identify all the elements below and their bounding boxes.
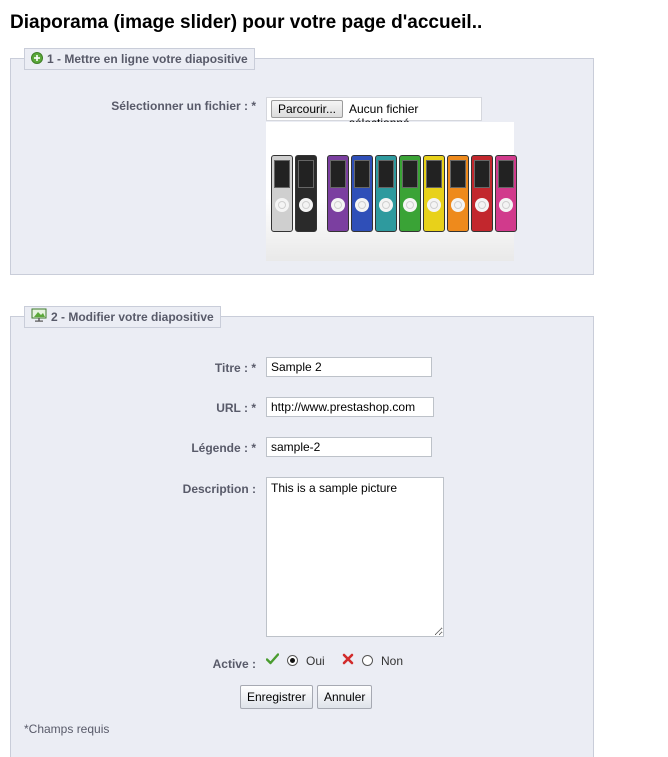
- active-yes-label: Oui: [306, 654, 325, 668]
- active-label: Active :: [212, 657, 256, 671]
- preview-player: [271, 155, 293, 232]
- preview-player: [423, 155, 445, 232]
- file-input[interactable]: Parcourir... Aucun fichier sélectionné.: [266, 97, 482, 130]
- upload-fieldset: 1 - Mettre en ligne votre diapositive Sé…: [10, 48, 594, 275]
- active-yes-radio[interactable]: [287, 655, 298, 666]
- preview-player: [399, 155, 421, 232]
- check-icon: [265, 653, 280, 668]
- required-note: *Champs requis: [24, 722, 110, 736]
- slide-preview-image: [266, 122, 517, 261]
- preview-player: [295, 155, 317, 232]
- cancel-button[interactable]: Annuler: [317, 685, 373, 709]
- active-no-label: Non: [381, 654, 404, 668]
- edit-legend: 2 - Modifier votre diapositive: [24, 306, 221, 328]
- preview-player: [351, 155, 373, 232]
- slideshow-icon: [31, 308, 47, 328]
- file-label: Sélectionner un fichier : *: [111, 99, 256, 113]
- caption-input[interactable]: [266, 437, 432, 457]
- preview-player: [375, 155, 397, 232]
- edit-legend-text: 2 - Modifier votre diapositive: [51, 310, 214, 324]
- preview-player: [327, 155, 349, 232]
- preview-player: [447, 155, 469, 232]
- caption-label: Légende : *: [191, 441, 256, 455]
- cross-icon: [342, 653, 354, 668]
- preview-player: [471, 155, 493, 232]
- description-label: Description :: [182, 482, 256, 496]
- preview-player: [495, 155, 517, 232]
- edit-fieldset: 2 - Modifier votre diapositive Titre : *…: [10, 306, 594, 757]
- add-circle-icon: [31, 50, 43, 70]
- active-no-radio[interactable]: [362, 655, 373, 666]
- url-label: URL : *: [216, 401, 256, 415]
- title-input[interactable]: [266, 357, 432, 377]
- save-button[interactable]: Enregistrer: [240, 685, 313, 709]
- page-title: Diaporama (image slider) pour votre page…: [10, 12, 483, 33]
- description-textarea[interactable]: This is a sample picture: [266, 477, 444, 637]
- title-label: Titre : *: [214, 361, 256, 375]
- url-input[interactable]: [266, 397, 434, 417]
- upload-legend-text: 1 - Mettre en ligne votre diapositive: [47, 52, 248, 66]
- browse-button[interactable]: Parcourir...: [271, 100, 344, 118]
- upload-legend: 1 - Mettre en ligne votre diapositive: [24, 48, 255, 70]
